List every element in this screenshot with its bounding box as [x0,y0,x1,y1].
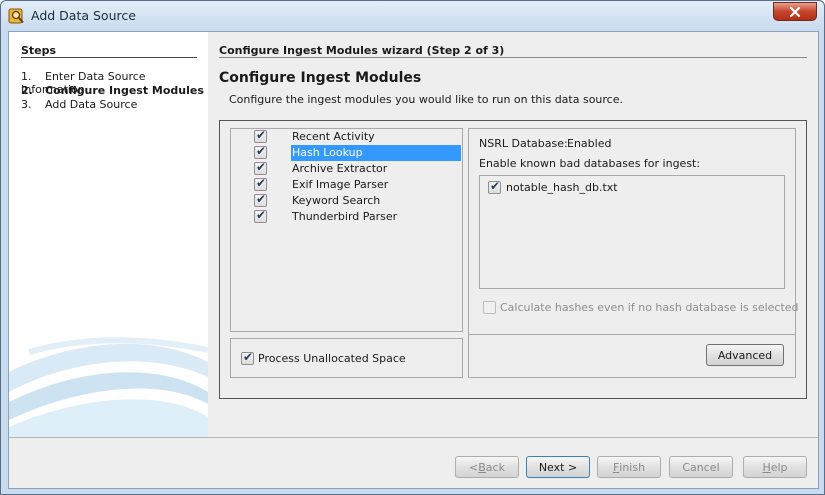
module-label: Recent Activity [292,130,375,143]
process-unallocated-checkbox[interactable]: ✔ [241,350,254,365]
page-heading: Configure Ingest Modules [219,70,422,86]
step-item-3: 3. Add Data Source [21,98,137,111]
module-label: Exif Image Parser [292,178,389,191]
module-row-exif-image-parser[interactable]: ✔ Exif Image Parser [231,176,462,193]
step-label: Add Data Source [45,98,138,111]
module-row-thunderbird-parser[interactable]: ✔ Thunderbird Parser [231,208,462,225]
known-bad-databases-label: Enable known bad databases for ingest: [479,157,701,170]
step-number: 2. [21,84,33,97]
finish-button-rest: inish [619,460,646,474]
calculate-hashes-label: Calculate hashes even if no hash databas… [500,301,799,314]
dialog-client-area: Steps 1. Enter Data Source Information 2.… [8,31,819,489]
page-subtitle: Configure the ingest modules you would l… [229,93,623,106]
module-checkbox[interactable]: ✔ [254,208,267,223]
back-button[interactable]: < Back [455,456,519,478]
ingest-modules-list: ✔ Recent Activity ✔ Hash Lookup ✔ Archiv… [230,128,463,332]
back-button-mnemonic: B [478,460,486,474]
module-label: Keyword Search [292,194,381,207]
step-number: 3. [21,98,32,111]
wizard-title-divider [219,57,807,58]
module-label: Thunderbird Parser [292,210,398,223]
wizard-step-title: Configure Ingest Modules wizard (Step 2 … [219,44,505,57]
steps-panel: Steps 1. Enter Data Source Information 2.… [9,32,208,437]
help-button[interactable]: Help [743,456,807,478]
finish-button[interactable]: Finish [597,456,661,478]
magnifier-app-icon [8,8,24,24]
module-checkbox[interactable]: ✔ [254,144,267,159]
advanced-button[interactable]: Advanced [706,344,784,366]
module-row-archive-extractor[interactable]: ✔ Archive Extractor [231,160,462,177]
hash-database-list[interactable]: ✔ notable_hash_db.txt [479,175,785,289]
decorative-swoosh-graphic [9,337,208,437]
calculate-hashes-checkbox[interactable] [483,301,496,314]
title-bar[interactable]: Add Data Source [1,1,824,31]
steps-divider [21,57,197,58]
module-settings-panel: NSRL Database: Enabled Enable known bad … [468,128,799,378]
module-checkbox[interactable]: ✔ [254,160,267,175]
step-label: Configure Ingest Modules [45,84,204,97]
dialog-window: Add Data Source Steps 1. Enter Data Sourc… [0,0,825,495]
process-unallocated-label[interactable]: Process Unallocated Space [258,352,406,365]
unallocated-space-panel: ✔ Process Unallocated Space [230,338,463,378]
module-row-keyword-search[interactable]: ✔ Keyword Search [231,192,462,209]
close-icon [789,6,801,17]
help-button-rest: elp [770,460,788,474]
step-number: 1. [21,70,32,83]
module-checkbox[interactable]: ✔ [254,128,267,143]
module-label: Hash Lookup [291,145,461,161]
module-row-hash-lookup[interactable]: ✔ Hash Lookup [231,144,462,161]
hash-db-name[interactable]: notable_hash_db.txt [506,181,618,194]
module-row-recent-activity[interactable]: ✔ Recent Activity [231,128,462,145]
module-checkbox[interactable]: ✔ [254,176,267,191]
step-item-2: 2. Configure Ingest Modules [21,84,204,97]
hash-db-checkbox[interactable]: ✔ [488,179,501,194]
ingest-config-panel: ✔ Recent Activity ✔ Hash Lookup ✔ Archiv… [219,120,807,399]
module-checkbox[interactable]: ✔ [254,192,267,207]
back-button-prefix: < [469,460,479,474]
close-button[interactable] [773,2,817,21]
cancel-button[interactable]: Cancel [669,456,733,478]
nsrl-database-status: Enabled [567,137,612,150]
back-button-rest: ack [485,460,505,474]
settings-divider [469,334,795,335]
wizard-button-bar: < Back Next > Finish Cancel Help [9,437,818,488]
wizard-content: Configure Ingest Modules wizard (Step 2 … [208,32,818,437]
module-label: Archive Extractor [292,162,388,175]
next-button[interactable]: Next > [526,456,590,478]
steps-title: Steps [21,44,57,57]
help-button-mnemonic: H [762,460,771,474]
nsrl-database-label: NSRL Database: [479,137,568,150]
window-title: Add Data Source [31,8,136,23]
